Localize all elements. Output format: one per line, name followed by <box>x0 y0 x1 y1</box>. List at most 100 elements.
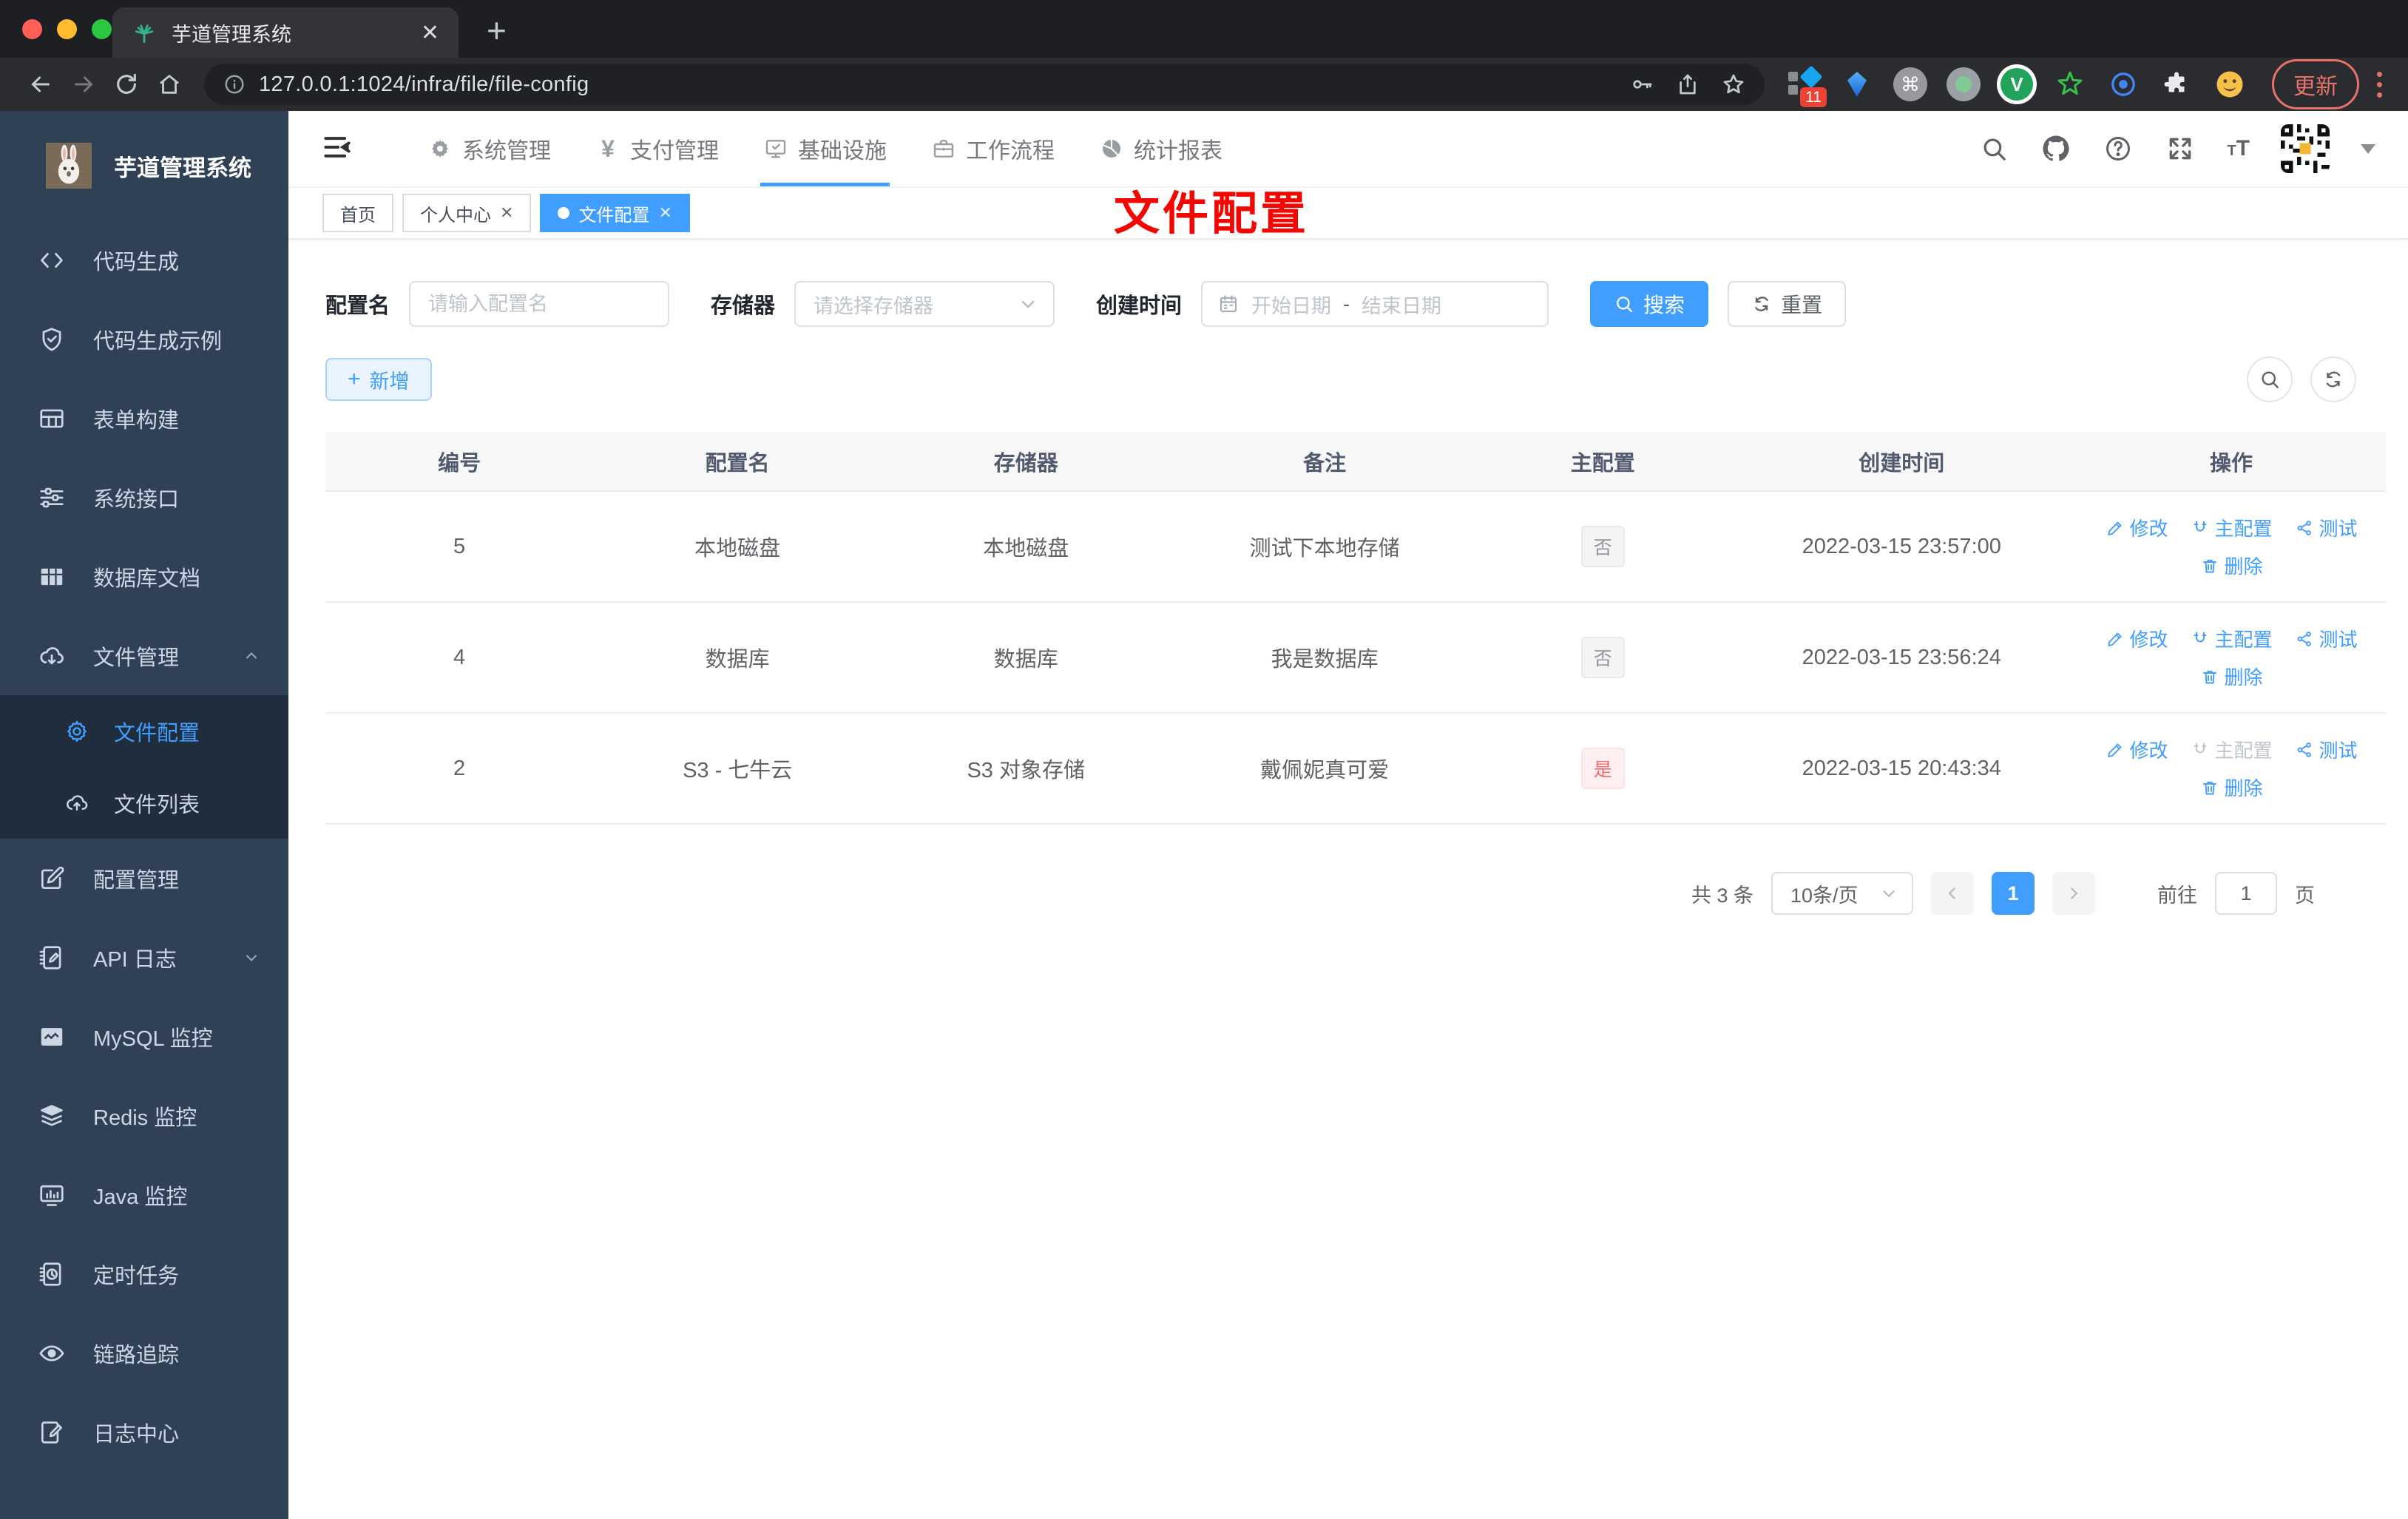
cell-created: 2022-03-15 20:43:34 <box>1726 713 2077 825</box>
extension-badge: 11 <box>1800 87 1827 107</box>
sidebar-item-label: 定时任务 <box>93 1264 180 1288</box>
extension-green-dot-icon[interactable] <box>1947 67 1981 101</box>
sidebar-item-api-log[interactable]: API 日志 <box>0 918 288 997</box>
tag-close-icon[interactable]: ✕ <box>500 203 513 223</box>
sidebar-item-trace[interactable]: 链路追踪 <box>0 1313 288 1393</box>
sidebar-item-redis-monitor[interactable]: Redis 监控 <box>0 1076 288 1155</box>
topnav-right: TT <box>1978 124 2375 173</box>
sidebar-item-code-gen-demo[interactable]: 代码生成示例 <box>0 300 288 379</box>
add-button[interactable]: + 新增 <box>325 358 432 401</box>
master-action[interactable]: 主配置 <box>2191 514 2273 541</box>
share-icon[interactable] <box>1676 72 1700 96</box>
page-size-select[interactable]: 10条/页 <box>1771 872 1913 915</box>
browser-update-button[interactable]: 更新 <box>2272 59 2359 109</box>
extension-eye-icon[interactable] <box>2106 67 2140 101</box>
yen-icon: ¥ <box>601 135 615 162</box>
master-action[interactable]: 主配置 <box>2191 625 2273 652</box>
config-name-input[interactable] <box>409 281 670 327</box>
date-range-picker[interactable]: 开始日期 - 结束日期 <box>1201 281 1549 327</box>
sidebar-item-code-gen[interactable]: 代码生成 <box>0 220 288 300</box>
extension-command-icon[interactable]: ⌘ <box>1893 67 1927 101</box>
tag-home[interactable]: 首页 <box>322 194 393 232</box>
edit-action[interactable]: 修改 <box>2106 625 2168 652</box>
goto-page-input[interactable] <box>2215 872 2277 915</box>
sidebar-item-scheduled-tasks[interactable]: 定时任务 <box>0 1234 288 1313</box>
app-logo-row[interactable]: 芋道管理系统 <box>0 111 288 220</box>
search-icon[interactable] <box>1978 133 2009 164</box>
storage-select[interactable]: 请选择存储器 <box>794 281 1055 327</box>
tag-file-config[interactable]: 文件配置 ✕ <box>540 194 690 232</box>
delete-action[interactable]: 删除 <box>2200 774 2263 801</box>
nav-item-system[interactable]: 系统管理 <box>405 111 573 186</box>
extensions-puzzle-icon[interactable] <box>2160 67 2194 101</box>
home-button[interactable] <box>148 63 191 106</box>
test-action[interactable]: 测试 <box>2295 514 2358 541</box>
test-action[interactable]: 测试 <box>2295 625 2358 652</box>
sidebar-item-db-doc[interactable]: 数据库文档 <box>0 537 288 616</box>
address-bar[interactable]: 127.0.0.1:1024/infra/file/file-config <box>204 64 1765 105</box>
forward-button[interactable] <box>62 63 105 106</box>
avatar-caret-down-icon[interactable] <box>2361 143 2375 154</box>
nav-item-infrastructure[interactable]: 基础设施 <box>741 111 909 186</box>
nav-item-payment[interactable]: ¥ 支付管理 <box>573 111 741 186</box>
cell-created: 2022-03-15 23:57:00 <box>1726 491 2077 603</box>
bookmark-star-icon[interactable] <box>1722 72 1745 96</box>
tag-close-icon[interactable]: ✕ <box>658 203 672 223</box>
sidebar-item-label: 代码生成 <box>93 250 180 274</box>
font-size-icon[interactable]: TT <box>2227 136 2250 161</box>
extension-v-icon[interactable]: V <box>2000 67 2034 101</box>
sidebar-item-form-builder[interactable]: 表单构建 <box>0 379 288 458</box>
sidebar-item-mysql-monitor[interactable]: MySQL 监控 <box>0 997 288 1076</box>
tab-close-icon[interactable]: ✕ <box>421 20 439 46</box>
current-page-button[interactable]: 1 <box>1992 872 2035 915</box>
extension-star-icon[interactable] <box>2053 67 2087 101</box>
add-button-label: 新增 <box>369 370 410 393</box>
tag-profile[interactable]: 个人中心 ✕ <box>402 194 532 232</box>
prev-page-button[interactable] <box>1931 872 1974 915</box>
back-button[interactable] <box>19 63 62 106</box>
github-icon[interactable] <box>2040 133 2072 164</box>
page-content: 配置名 存储器 请选择存储器 创建时间 开始日期 - 结束日期 <box>288 240 2408 1519</box>
edit-action[interactable]: 修改 <box>2106 514 2168 541</box>
close-window-button[interactable] <box>22 18 42 39</box>
next-page-button[interactable] <box>2052 872 2095 915</box>
table-search-toggle-button[interactable] <box>2247 356 2293 402</box>
fullscreen-icon[interactable] <box>2165 133 2196 164</box>
tag-label: 个人中心 <box>420 205 491 226</box>
browser-tab[interactable]: 芋道管理系统 ✕ <box>112 7 459 58</box>
help-icon[interactable] <box>2103 133 2134 164</box>
collapse-sidebar-icon[interactable] <box>321 131 356 166</box>
config-name-label: 配置名 <box>325 294 390 318</box>
user-avatar[interactable] <box>2281 124 2330 173</box>
nav-item-workflow[interactable]: 工作流程 <box>909 111 1077 186</box>
search-button[interactable]: 搜索 <box>1590 281 1709 327</box>
test-action[interactable]: 测试 <box>2295 736 2358 763</box>
master-badge: 否 <box>1580 637 1625 678</box>
extension-kite-icon[interactable] <box>1840 67 1874 101</box>
minimize-window-button[interactable] <box>57 18 77 39</box>
browser-menu-icon[interactable] <box>2377 71 2382 98</box>
reset-button[interactable]: 重置 <box>1728 281 1847 327</box>
table-row: 5 本地磁盘 本地磁盘 测试下本地存储 否 2022-03-15 23:57:0… <box>325 491 2386 603</box>
delete-action[interactable]: 删除 <box>2200 552 2263 579</box>
extension-grid-diamond-icon[interactable]: 11 <box>1787 65 1827 107</box>
table-refresh-button[interactable] <box>2310 356 2356 402</box>
sidebar-item-system-api[interactable]: 系统接口 <box>0 458 288 537</box>
reload-button[interactable] <box>105 63 148 106</box>
nav-item-reports[interactable]: 统计报表 <box>1077 111 1245 186</box>
active-dot <box>558 207 570 219</box>
sidebar-item-file-config[interactable]: 文件配置 <box>0 695 288 767</box>
sidebar-item-file-list[interactable]: 文件列表 <box>0 767 288 839</box>
extension-emoji-icon[interactable] <box>2213 67 2247 101</box>
sidebar-item-log-center[interactable]: 日志中心 <box>0 1393 288 1472</box>
delete-action[interactable]: 删除 <box>2200 663 2263 690</box>
zoom-window-button[interactable] <box>92 18 112 39</box>
edit-action[interactable]: 修改 <box>2106 736 2168 763</box>
new-tab-button[interactable]: + <box>487 10 507 50</box>
cell-storage: 本地磁盘 <box>882 491 1171 603</box>
site-info-icon[interactable] <box>223 73 246 95</box>
sidebar-item-config-management[interactable]: 配置管理 <box>0 839 288 918</box>
sidebar-item-file-management[interactable]: 文件管理 <box>0 616 288 695</box>
sidebar-item-java-monitor[interactable]: Java 监控 <box>0 1155 288 1234</box>
password-key-icon[interactable] <box>1630 72 1654 96</box>
